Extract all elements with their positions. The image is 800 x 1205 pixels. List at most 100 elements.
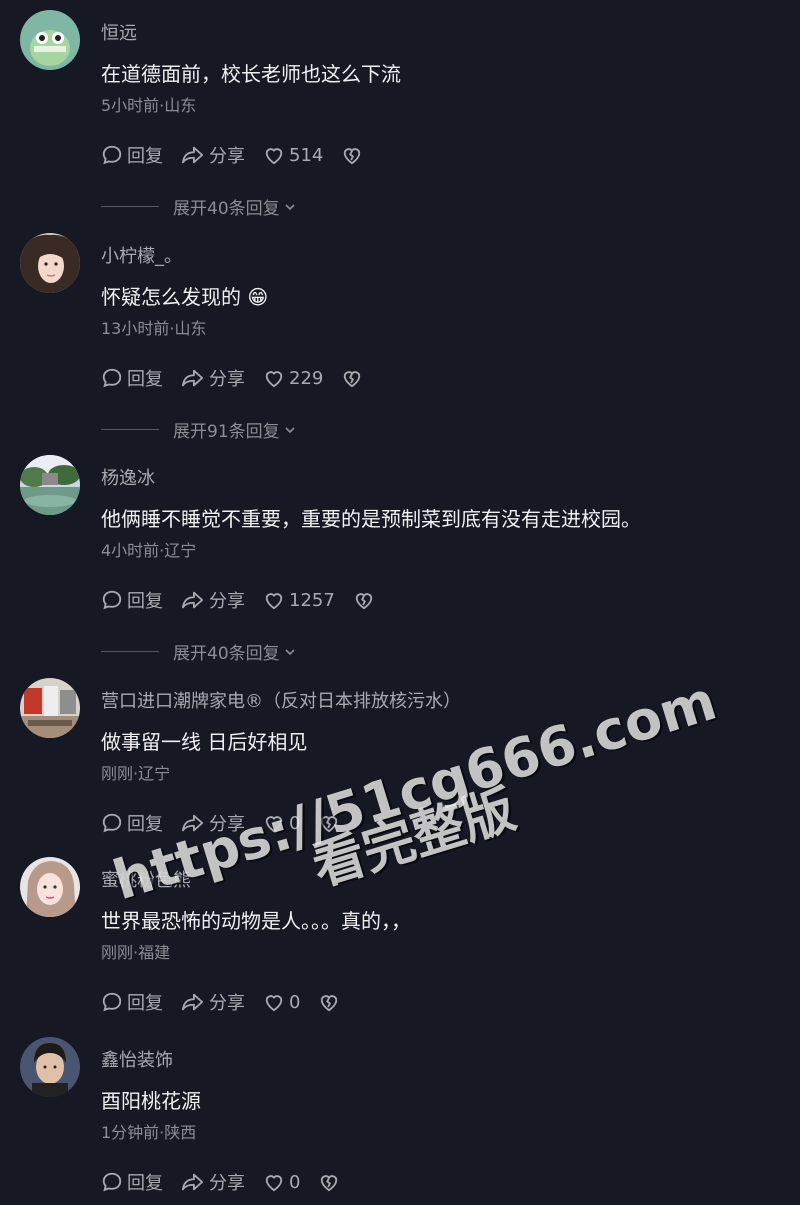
username[interactable]: 营口进口潮牌家电®（反对日本排放核污水） (101, 690, 461, 714)
dislike-button[interactable] (318, 1172, 344, 1192)
comment-meta: 4小时前·辽宁 (101, 541, 197, 560)
heart-icon (265, 148, 283, 165)
share-arrow-icon (182, 814, 204, 832)
dislike-button[interactable] (341, 368, 367, 388)
comment-actions: 回复 分享 0 (101, 989, 362, 1015)
share-button[interactable]: 分享 (181, 587, 245, 613)
heart-icon (265, 995, 283, 1012)
broken-heart-icon (321, 1175, 338, 1192)
reply-label: 回复 (127, 993, 163, 1014)
username[interactable]: 鑫怡装饰 (101, 1049, 173, 1073)
share-arrow-icon (182, 369, 204, 387)
broken-heart-icon (344, 371, 361, 388)
expand-label: 展开91条回复 (173, 422, 280, 442)
avatar[interactable] (20, 857, 80, 917)
reply-button[interactable]: 回复 (101, 810, 163, 836)
share-button[interactable]: 分享 (181, 365, 245, 391)
reply-button[interactable]: 回复 (101, 365, 163, 391)
expand-replies-button[interactable]: 展开91条回复 (101, 417, 296, 442)
like-button[interactable]: 0 (263, 813, 300, 834)
comment-meta: 1分钟前·陕西 (101, 1123, 197, 1142)
expand-label: 展开40条回复 (173, 199, 280, 219)
share-arrow-icon (182, 1173, 204, 1191)
like-count: 0 (289, 991, 301, 1013)
share-label: 分享 (209, 993, 245, 1014)
username[interactable]: 杨逸冰 (101, 467, 155, 491)
share-arrow-icon (182, 591, 204, 609)
heart-icon (265, 593, 283, 610)
like-button[interactable]: 0 (263, 1172, 300, 1193)
reply-button[interactable]: 回复 (101, 587, 163, 613)
share-label: 分享 (209, 1173, 245, 1194)
share-arrow-icon (182, 146, 204, 164)
comment-meta: 13小时前·山东 (101, 319, 207, 338)
like-button[interactable]: 514 (263, 145, 323, 166)
expand-replies-button[interactable]: 展开40条回复 (101, 639, 296, 664)
comment-actions: 回复 分享 514 (101, 142, 385, 168)
share-label: 分享 (209, 369, 245, 390)
dislike-button[interactable] (353, 590, 379, 610)
share-label: 分享 (209, 146, 245, 167)
speech-bubble-icon (102, 813, 122, 833)
avatar[interactable] (20, 678, 80, 738)
share-label: 分享 (209, 814, 245, 835)
avatar[interactable] (20, 455, 80, 515)
chevron-down-icon (285, 203, 295, 210)
expand-label: 展开40条回复 (173, 644, 280, 664)
speech-bubble-icon (102, 145, 122, 165)
chevron-down-icon (285, 648, 295, 655)
username[interactable]: 小柠檬_。 (101, 245, 182, 269)
comment-actions: 回复 分享 229 (101, 365, 385, 391)
comment-actions: 回复 分享 1257 (101, 587, 397, 613)
comment-meta: 刚刚·辽宁 (101, 764, 171, 783)
heart-icon (265, 816, 283, 833)
broken-heart-icon (355, 593, 372, 610)
speech-bubble-icon (102, 1172, 122, 1192)
broken-heart-icon (321, 816, 338, 833)
reply-label: 回复 (127, 146, 163, 167)
like-button[interactable]: 0 (263, 992, 300, 1013)
broken-heart-icon (344, 148, 361, 165)
comment-text: 做事留一线 日后好相见 (101, 730, 308, 754)
like-button[interactable]: 229 (263, 368, 323, 389)
dislike-button[interactable] (318, 813, 344, 833)
reply-label: 回复 (127, 1173, 163, 1194)
speech-bubble-icon (102, 992, 122, 1012)
avatar[interactable] (20, 10, 80, 70)
heart-icon (265, 1175, 283, 1192)
comment-text: 酉阳桃花源 (101, 1089, 201, 1113)
comment-text: 在道德面前，校长老师也这么下流 (101, 62, 401, 86)
reply-button[interactable]: 回复 (101, 989, 163, 1015)
dislike-button[interactable] (318, 992, 344, 1012)
like-count: 1257 (289, 589, 335, 611)
divider (101, 651, 159, 652)
broken-heart-icon (321, 995, 338, 1012)
share-button[interactable]: 分享 (181, 810, 245, 836)
reply-label: 回复 (127, 814, 163, 835)
speech-bubble-icon (102, 590, 122, 610)
share-arrow-icon (182, 993, 204, 1011)
like-button[interactable]: 1257 (263, 590, 335, 611)
comment-actions: 回复 分享 0 (101, 1169, 362, 1195)
dislike-button[interactable] (341, 145, 367, 165)
like-count: 229 (289, 367, 324, 389)
comment-text: 世界最恐怖的动物是人。。。真的，， (101, 909, 411, 933)
avatar[interactable] (20, 233, 80, 293)
share-button[interactable]: 分享 (181, 142, 245, 168)
username[interactable]: 蜜桃粉色熊 (101, 869, 191, 893)
divider (101, 429, 159, 430)
comment-meta: 5小时前·山东 (101, 96, 197, 115)
share-label: 分享 (209, 591, 245, 612)
reply-button[interactable]: 回复 (101, 142, 163, 168)
like-count: 0 (289, 812, 301, 834)
share-button[interactable]: 分享 (181, 1169, 245, 1195)
chevron-down-icon (285, 426, 295, 433)
speech-bubble-icon (102, 368, 122, 388)
username[interactable]: 恒远 (101, 22, 137, 46)
avatar[interactable] (20, 1037, 80, 1097)
share-button[interactable]: 分享 (181, 989, 245, 1015)
heart-icon (265, 371, 283, 388)
reply-button[interactable]: 回复 (101, 1169, 163, 1195)
comment-text: 他俩睡不睡觉不重要，重要的是预制菜到底有没有走进校园。 (101, 507, 641, 531)
expand-replies-button[interactable]: 展开40条回复 (101, 194, 296, 219)
